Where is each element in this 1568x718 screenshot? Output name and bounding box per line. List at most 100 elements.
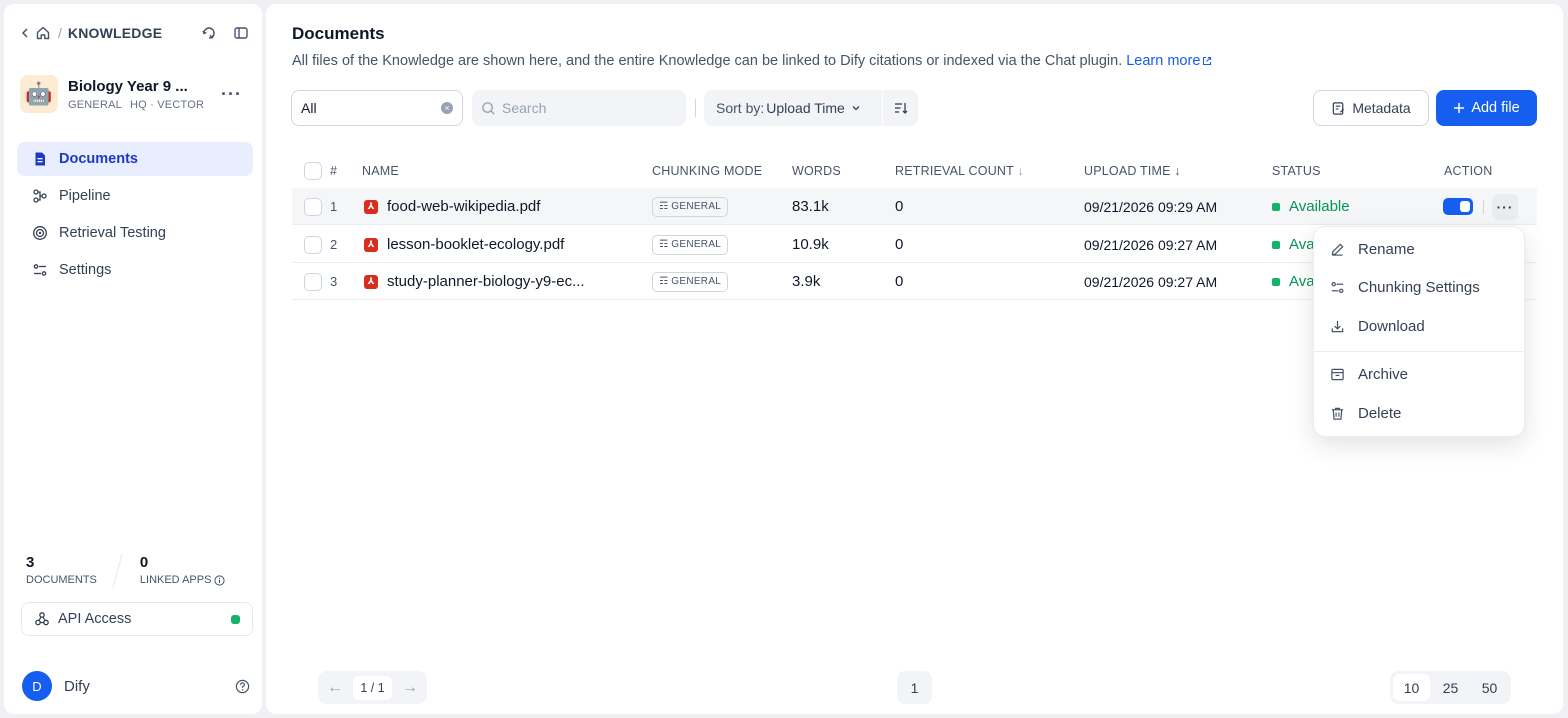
chevron-left-icon[interactable] — [16, 24, 34, 42]
chunking-mode-cell: ☶ GENERAL — [652, 226, 729, 263]
general-mode-icon: ☶ — [659, 276, 669, 287]
menu-divider — [1314, 351, 1524, 352]
sidebar-item-label: Retrieval Testing — [59, 225, 166, 241]
row-index: 2 — [330, 237, 338, 252]
help-icon[interactable] — [235, 679, 250, 694]
plus-icon — [1453, 102, 1465, 114]
header-retrieval-count[interactable]: RETRIEVAL COUNT ↓ — [895, 164, 1024, 178]
api-access-label: API Access — [58, 611, 132, 627]
status-filter-select[interactable]: All × — [291, 90, 463, 126]
pagination-control: ← 1 / 1 → — [318, 671, 427, 704]
menu-item-chunking-settings[interactable]: Chunking Settings — [1314, 269, 1524, 305]
action-cell: ··· — [1443, 188, 1518, 225]
stat-apps-label: LINKED APPS — [139, 574, 212, 586]
chunking-mode-label: GENERAL — [671, 201, 722, 212]
page-size-selector: 10 25 50 — [1390, 671, 1511, 704]
knowledge-name: Biology Year 9 ... — [68, 77, 188, 95]
metadata-button[interactable]: Metadata — [1313, 90, 1429, 126]
upload-time: 09/21/2026 09:29 AM — [1084, 198, 1218, 215]
header-words: WORDS — [792, 164, 841, 178]
stat-linked-apps[interactable]: 0 LINKED APPS — [140, 554, 226, 586]
sliders-icon — [1330, 280, 1348, 295]
info-icon[interactable] — [214, 574, 226, 586]
add-file-button[interactable]: Add file — [1436, 90, 1537, 126]
next-page-icon[interactable]: → — [399, 677, 421, 699]
header-index: # — [330, 164, 338, 178]
breadcrumb: / KNOWLEDGE — [16, 22, 250, 44]
api-access-button[interactable]: API Access — [21, 602, 253, 636]
page-number-button[interactable]: 1 — [897, 671, 932, 704]
menu-item-archive[interactable]: Archive — [1314, 356, 1524, 392]
table-row[interactable]: 1 ⅄ food-web-wikipedia.pdf ☶ GENERAL 83.1k… — [292, 188, 1537, 225]
document-name-cell[interactable]: ⅄ lesson-booklet-ecology.pdf — [364, 226, 564, 263]
menu-item-label: Download — [1358, 317, 1425, 335]
upload-time: 09/21/2026 09:27 AM — [1084, 236, 1218, 253]
sort-direction-button[interactable] — [883, 90, 918, 126]
document-name-cell[interactable]: ⅄ study-planner-biology-y9-ec... — [364, 263, 585, 300]
status-badge: Ava — [1289, 236, 1315, 253]
sidebar: / KNOWLEDGE 🤖 Biology Year 9 ... GENERAL… — [4, 4, 262, 714]
page-size-50[interactable]: 50 — [1471, 674, 1508, 701]
target-icon — [31, 224, 49, 242]
menu-item-rename[interactable]: Rename — [1314, 231, 1524, 267]
row-more-button[interactable]: ··· — [1492, 193, 1518, 220]
page-description: All files of the Knowledge are shown her… — [292, 53, 1212, 69]
status-indicator — [1272, 277, 1280, 286]
sort-select[interactable]: Sort by: Upload Time — [704, 90, 882, 126]
search-icon — [481, 101, 496, 116]
select-all-checkbox[interactable] — [304, 162, 322, 180]
user-account[interactable]: D Dify — [22, 670, 254, 702]
sidebar-item-pipeline[interactable]: Pipeline — [17, 179, 253, 213]
retrieval-count: 0 — [895, 273, 904, 290]
menu-item-download[interactable]: Download — [1314, 308, 1524, 344]
page-title: Documents — [292, 24, 385, 43]
row-checkbox[interactable] — [304, 198, 322, 216]
header-upload-time[interactable]: UPLOAD TIME ↓ — [1084, 164, 1181, 178]
knowledge-stats: 3 DOCUMENTS 0 LINKED APPS — [26, 554, 254, 590]
search-placeholder: Search — [502, 100, 547, 116]
sort-value: Upload Time — [766, 100, 845, 116]
page-size-25[interactable]: 25 — [1432, 674, 1469, 701]
menu-item-label: Chunking Settings — [1358, 278, 1480, 296]
panel-toggle-icon[interactable] — [232, 24, 250, 42]
chunking-mode-badge: ☶ GENERAL — [652, 234, 729, 255]
avatar[interactable]: D — [22, 671, 52, 701]
sidebar-item-label: Documents — [59, 151, 138, 167]
document-name-cell[interactable]: ⅄ food-web-wikipedia.pdf — [364, 188, 540, 225]
search-input[interactable]: Search — [472, 90, 686, 126]
knowledge-header: 🤖 Biology Year 9 ... GENERAL HQ · VECTOR… — [20, 72, 250, 116]
more-options-icon[interactable]: ··· — [221, 84, 242, 105]
metadata-icon — [1331, 101, 1346, 116]
row-checkbox[interactable] — [304, 236, 322, 254]
switch-icon[interactable] — [200, 24, 218, 42]
prev-page-icon[interactable]: ← — [324, 677, 346, 699]
document-icon — [31, 150, 49, 168]
trash-icon — [1330, 406, 1348, 421]
knowledge-tag-mode: GENERAL — [68, 98, 122, 111]
sidebar-item-documents[interactable]: Documents — [17, 142, 253, 176]
header-retrieval-label: RETRIEVAL COUNT — [895, 164, 1014, 178]
sidebar-item-retrieval-testing[interactable]: Retrieval Testing — [17, 216, 253, 250]
status-badge: Available — [1289, 198, 1350, 215]
pdf-file-icon: ⅄ — [364, 274, 378, 289]
sidebar-item-settings[interactable]: Settings — [17, 253, 253, 287]
chunking-mode-badge: ☶ GENERAL — [652, 271, 729, 292]
status-indicator — [1272, 240, 1280, 249]
home-icon[interactable] — [34, 24, 52, 42]
chevron-down-icon — [851, 103, 861, 113]
row-checkbox[interactable] — [304, 273, 322, 291]
learn-more-link[interactable]: Learn more — [1126, 53, 1212, 69]
enable-toggle[interactable] — [1443, 198, 1473, 215]
page-size-10[interactable]: 10 — [1393, 674, 1430, 701]
api-status-indicator — [231, 614, 240, 624]
chunking-mode-label: GENERAL — [671, 276, 722, 287]
row-actions-menu: Rename Chunking Settings Download Archiv… — [1313, 226, 1525, 437]
action-divider — [1483, 199, 1484, 214]
add-file-label: Add file — [1471, 100, 1520, 116]
clear-icon[interactable]: × — [441, 102, 453, 114]
external-link-icon — [1202, 56, 1212, 66]
document-name: study-planner-biology-y9-ec... — [387, 273, 585, 290]
retrieval-count: 0 — [895, 198, 904, 215]
menu-item-delete[interactable]: Delete — [1314, 395, 1524, 431]
breadcrumb-knowledge[interactable]: KNOWLEDGE — [68, 25, 162, 41]
